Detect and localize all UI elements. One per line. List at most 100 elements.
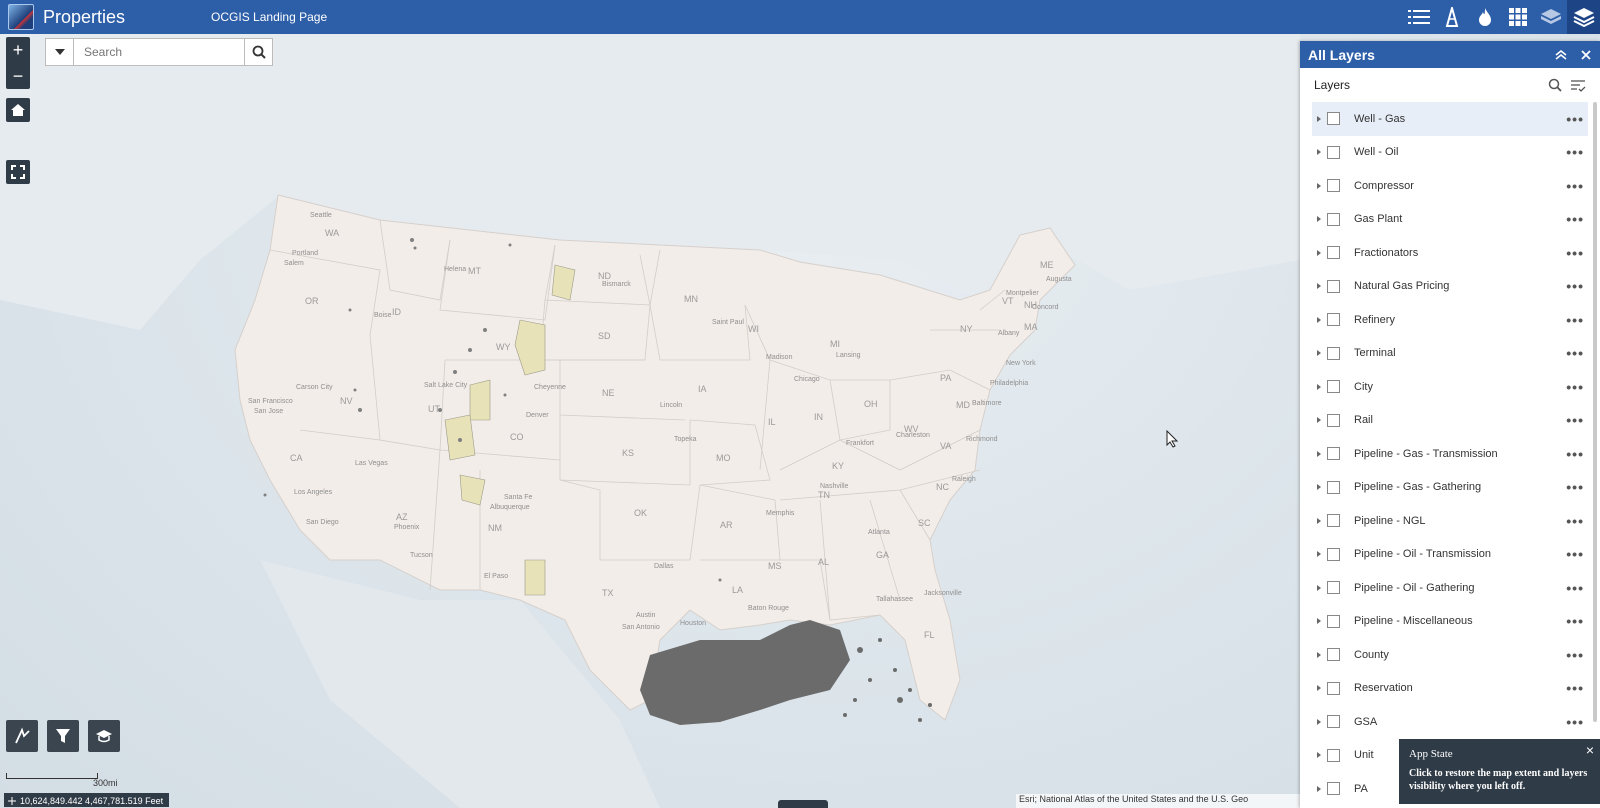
- layer-visibility-checkbox[interactable]: [1327, 112, 1340, 126]
- more-options-icon[interactable]: •••: [1566, 345, 1584, 361]
- expand-caret-icon[interactable]: [1317, 618, 1321, 625]
- basemap-icon[interactable]: [1534, 0, 1567, 34]
- layer-visibility-checkbox[interactable]: [1327, 514, 1340, 528]
- home-button[interactable]: [6, 98, 30, 122]
- more-options-icon[interactable]: •••: [1566, 278, 1584, 294]
- expand-caret-icon[interactable]: [1317, 149, 1321, 156]
- expand-caret-icon[interactable]: [1317, 685, 1321, 692]
- grid-icon[interactable]: [1501, 0, 1534, 34]
- expand-caret-icon[interactable]: [1317, 752, 1321, 759]
- expand-caret-icon[interactable]: [1317, 785, 1321, 792]
- layer-visibility-checkbox[interactable]: [1327, 179, 1340, 193]
- more-options-icon[interactable]: •••: [1566, 546, 1584, 562]
- expand-caret-icon[interactable]: [1317, 584, 1321, 591]
- filter-button[interactable]: [47, 720, 79, 752]
- more-options-icon[interactable]: •••: [1566, 245, 1584, 261]
- landing-page-link[interactable]: OCGIS Landing Page: [211, 10, 327, 24]
- layers-icon[interactable]: [1567, 0, 1600, 34]
- layer-visibility-checkbox[interactable]: [1327, 715, 1340, 729]
- fullscreen-button[interactable]: [6, 160, 30, 184]
- layer-item-gas-plant[interactable]: Gas Plant •••: [1300, 203, 1588, 237]
- expand-caret-icon[interactable]: [1317, 651, 1321, 658]
- layer-visibility-checkbox[interactable]: [1327, 782, 1340, 796]
- more-options-icon[interactable]: •••: [1566, 446, 1584, 462]
- expand-caret-icon[interactable]: [1317, 316, 1321, 323]
- expand-caret-icon[interactable]: [1317, 551, 1321, 558]
- layer-item-city[interactable]: City •••: [1300, 370, 1588, 404]
- expand-caret-icon[interactable]: [1317, 115, 1321, 122]
- layer-item-well-gas[interactable]: Well - Gas •••: [1312, 102, 1588, 136]
- layer-visibility-checkbox[interactable]: [1327, 480, 1340, 494]
- layer-visibility-checkbox[interactable]: [1327, 279, 1340, 293]
- expand-caret-icon[interactable]: [1317, 450, 1321, 457]
- expand-caret-icon[interactable]: [1317, 517, 1321, 524]
- layer-visibility-checkbox[interactable]: [1327, 447, 1340, 461]
- layer-item-natural-gas-pricing[interactable]: Natural Gas Pricing •••: [1300, 270, 1588, 304]
- flame-icon[interactable]: [1468, 0, 1501, 34]
- layer-visibility-checkbox[interactable]: [1327, 212, 1340, 226]
- layer-visibility-checkbox[interactable]: [1327, 547, 1340, 561]
- layer-visibility-checkbox[interactable]: [1327, 681, 1340, 695]
- search-input[interactable]: [74, 39, 244, 65]
- layer-item-pipeline-miscellaneous[interactable]: Pipeline - Miscellaneous •••: [1300, 605, 1588, 639]
- layer-item-refinery[interactable]: Refinery •••: [1300, 303, 1588, 337]
- more-options-icon[interactable]: •••: [1566, 714, 1584, 730]
- layer-item-well-oil[interactable]: Well - Oil •••: [1300, 136, 1588, 170]
- zoom-out-button[interactable]: −: [6, 63, 30, 89]
- expand-caret-icon[interactable]: [1317, 350, 1321, 357]
- layer-item-reservation[interactable]: Reservation •••: [1300, 672, 1588, 706]
- more-options-icon[interactable]: •••: [1566, 412, 1584, 428]
- expand-caret-icon[interactable]: [1317, 383, 1321, 390]
- draw-button[interactable]: [88, 720, 120, 752]
- expand-caret-icon[interactable]: [1317, 249, 1321, 256]
- layer-item-pipeline-gas-transmission[interactable]: Pipeline - Gas - Transmission •••: [1300, 437, 1588, 471]
- layer-item-county[interactable]: County •••: [1300, 638, 1588, 672]
- more-options-icon[interactable]: •••: [1566, 647, 1584, 663]
- layer-item-fractionators[interactable]: Fractionators •••: [1300, 236, 1588, 270]
- layer-item-compressor[interactable]: Compressor •••: [1300, 169, 1588, 203]
- more-options-icon[interactable]: •••: [1566, 111, 1584, 127]
- layer-visibility-checkbox[interactable]: [1327, 246, 1340, 260]
- more-options-icon[interactable]: •••: [1566, 580, 1584, 596]
- expand-caret-icon[interactable]: [1317, 484, 1321, 491]
- close-icon[interactable]: ×: [1586, 742, 1594, 758]
- layer-visibility-checkbox[interactable]: [1327, 581, 1340, 595]
- search-icon[interactable]: [1548, 78, 1562, 92]
- more-options-icon[interactable]: •••: [1566, 211, 1584, 227]
- more-options-icon[interactable]: •••: [1566, 144, 1584, 160]
- layer-item-pipeline-oil-transmission[interactable]: Pipeline - Oil - Transmission •••: [1300, 538, 1588, 572]
- more-options-icon[interactable]: •••: [1566, 479, 1584, 495]
- expand-caret-icon[interactable]: [1317, 216, 1321, 223]
- more-options-icon[interactable]: •••: [1566, 680, 1584, 696]
- panel-scrollbar[interactable]: [1593, 102, 1597, 722]
- layer-visibility-checkbox[interactable]: [1327, 748, 1340, 762]
- layer-visibility-checkbox[interactable]: [1327, 346, 1340, 360]
- layer-visibility-checkbox[interactable]: [1327, 145, 1340, 159]
- collapse-icon[interactable]: [1555, 49, 1567, 60]
- expand-caret-icon[interactable]: [1317, 417, 1321, 424]
- measure-button[interactable]: [6, 720, 38, 752]
- more-options-icon[interactable]: •••: [1566, 513, 1584, 529]
- zoom-in-button[interactable]: +: [6, 37, 30, 63]
- layer-visibility-checkbox[interactable]: [1327, 614, 1340, 628]
- layer-item-pipeline-gas-gathering[interactable]: Pipeline - Gas - Gathering •••: [1300, 471, 1588, 505]
- more-options-icon[interactable]: •••: [1566, 178, 1584, 194]
- bottom-panel-handle[interactable]: [778, 800, 828, 808]
- expand-caret-icon[interactable]: [1317, 283, 1321, 290]
- more-options-icon[interactable]: •••: [1566, 613, 1584, 629]
- layer-item-gsa[interactable]: GSA •••: [1300, 705, 1588, 739]
- layer-visibility-checkbox[interactable]: [1327, 648, 1340, 662]
- layer-visibility-checkbox[interactable]: [1327, 380, 1340, 394]
- more-options-icon[interactable]: •••: [1566, 312, 1584, 328]
- more-options-icon[interactable]: •••: [1566, 379, 1584, 395]
- layer-item-pipeline-oil-gathering[interactable]: Pipeline - Oil - Gathering •••: [1300, 571, 1588, 605]
- app-state-toast[interactable]: App State Click to restore the map exten…: [1399, 739, 1600, 804]
- search-source-dropdown[interactable]: [46, 39, 74, 65]
- layer-visibility-checkbox[interactable]: [1327, 313, 1340, 327]
- layer-item-terminal[interactable]: Terminal •••: [1300, 337, 1588, 371]
- layer-visibility-checkbox[interactable]: [1327, 413, 1340, 427]
- well-icon[interactable]: [1435, 0, 1468, 34]
- search-button[interactable]: [244, 39, 272, 65]
- expand-caret-icon[interactable]: [1317, 182, 1321, 189]
- sort-filter-icon[interactable]: [1570, 78, 1586, 92]
